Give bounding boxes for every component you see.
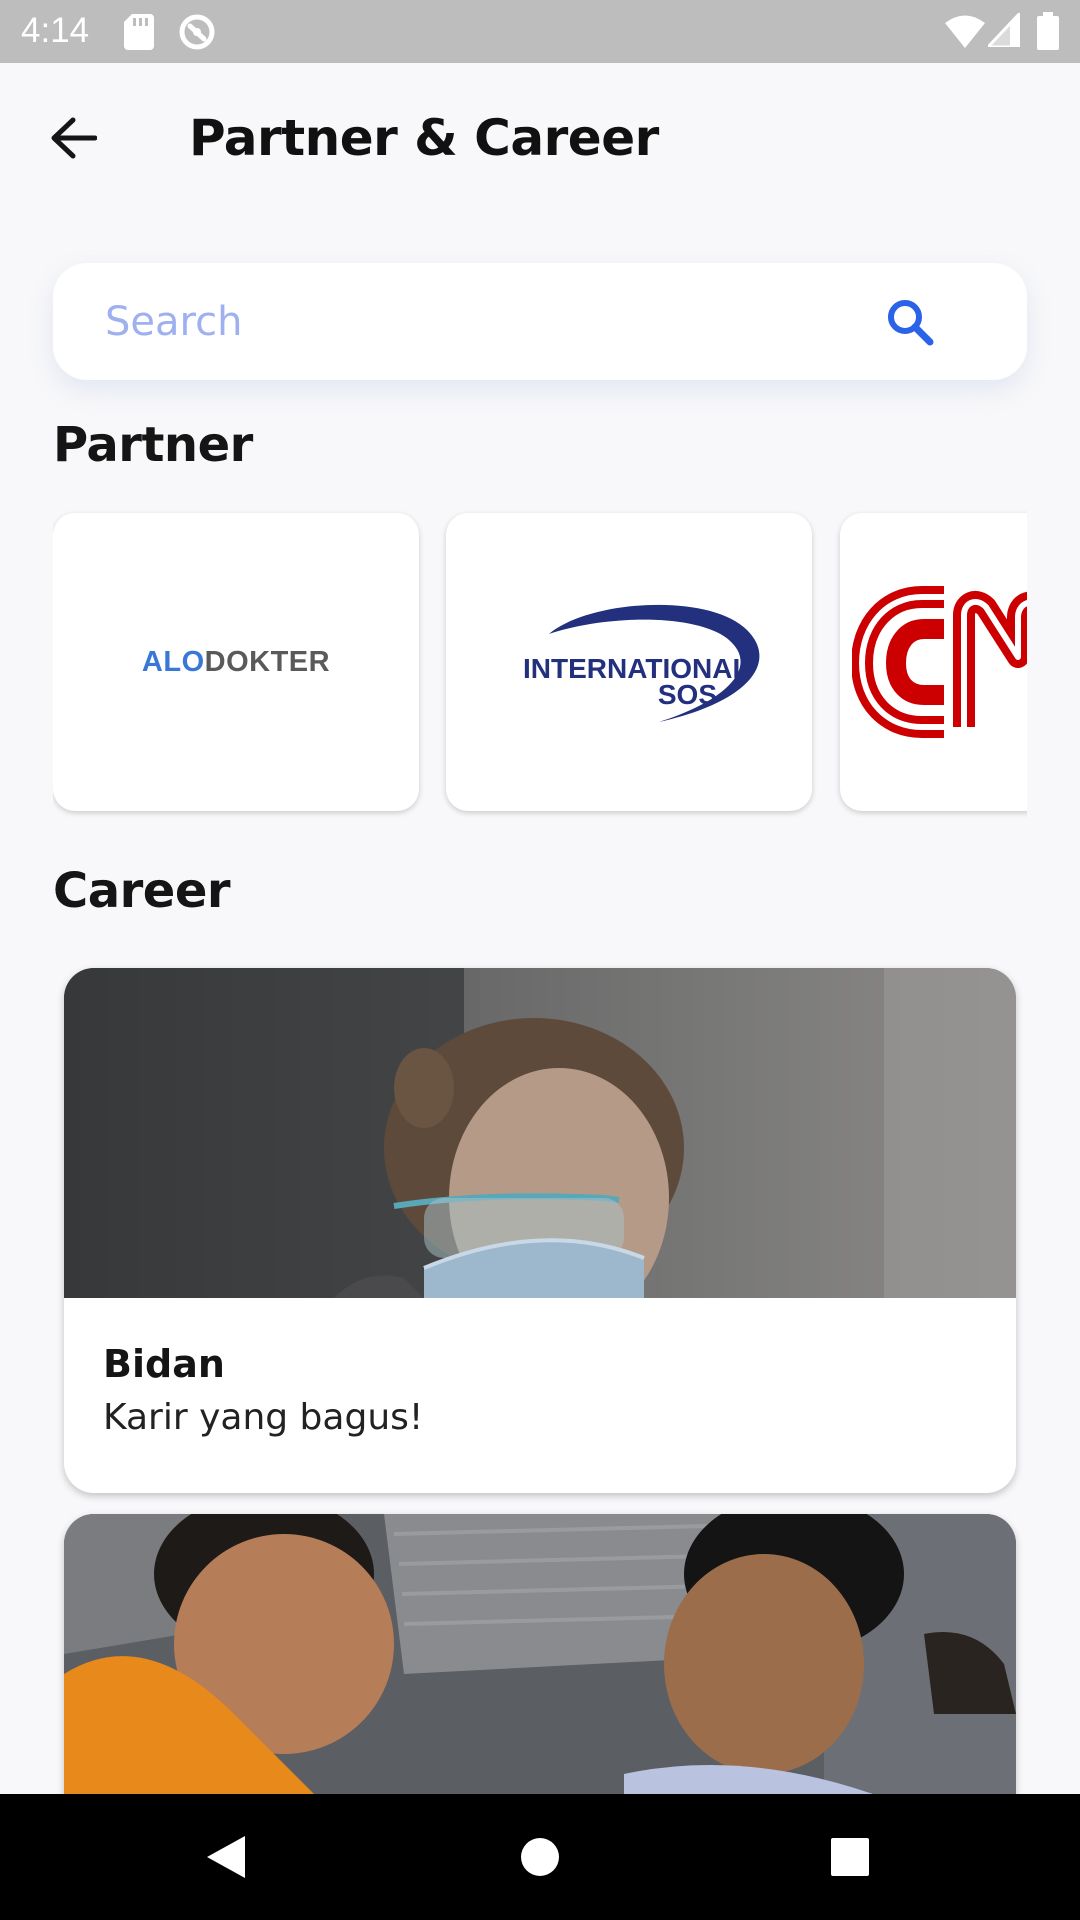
alodokter-logo-dokter: DOKTER — [204, 645, 331, 678]
career-image-bidan — [64, 968, 1016, 1298]
search-button[interactable] — [882, 294, 938, 350]
nav-home-button[interactable] — [500, 1817, 580, 1897]
recents-square-icon — [831, 1838, 869, 1876]
international-sos-logo-line2: SOS — [658, 679, 717, 710]
career-heading: Career — [53, 863, 231, 919]
career-subtitle: Karir yang bagus! — [103, 1397, 424, 1438]
international-sos-logo: INTERNATIONAL SOS — [523, 604, 760, 722]
system-nav-bar — [0, 1794, 1080, 1920]
search-icon — [888, 300, 934, 346]
career-info-bidan: Bidan Karir yang bagus! — [64, 1298, 1016, 1461]
search-input[interactable] — [105, 291, 865, 353]
cnn-logo — [852, 586, 1027, 738]
career-card-bidan[interactable]: Bidan Karir yang bagus! — [64, 968, 1016, 1493]
status-time: 4:14 — [21, 11, 90, 50]
status-bar: 4:14 — [0, 0, 1080, 63]
back-button[interactable] — [40, 105, 106, 171]
partner-heading: Partner — [53, 417, 253, 473]
signal-icon — [988, 13, 1020, 47]
career-title: Bidan — [103, 1342, 225, 1386]
partner-card-international-sos[interactable]: INTERNATIONAL SOS — [446, 513, 812, 811]
page-title: Partner & Career — [189, 109, 659, 167]
search-bar[interactable] — [53, 263, 1027, 380]
home-circle-icon — [521, 1838, 559, 1876]
nav-back-button[interactable] — [186, 1817, 266, 1897]
wifi-icon — [945, 15, 985, 48]
sd-card-icon — [124, 14, 154, 50]
partner-card-cnn[interactable] — [840, 513, 1027, 811]
nav-recents-button[interactable] — [810, 1817, 890, 1897]
app-bar: Partner & Career — [0, 63, 1080, 211]
partner-card-alodokter[interactable]: ALODOKTER — [53, 513, 419, 811]
back-triangle-icon — [207, 1836, 245, 1878]
alodokter-logo-alo: ALO — [141, 645, 205, 678]
alodokter-logo: ALODOKTER — [142, 646, 330, 679]
arrow-back-icon — [51, 117, 97, 159]
battery-icon — [1037, 12, 1059, 50]
partner-carousel[interactable]: ALODOKTER INTERNATIONAL SOS — [53, 510, 1027, 826]
sync-icon — [179, 14, 215, 50]
career-photo-bidan — [64, 968, 1016, 1298]
